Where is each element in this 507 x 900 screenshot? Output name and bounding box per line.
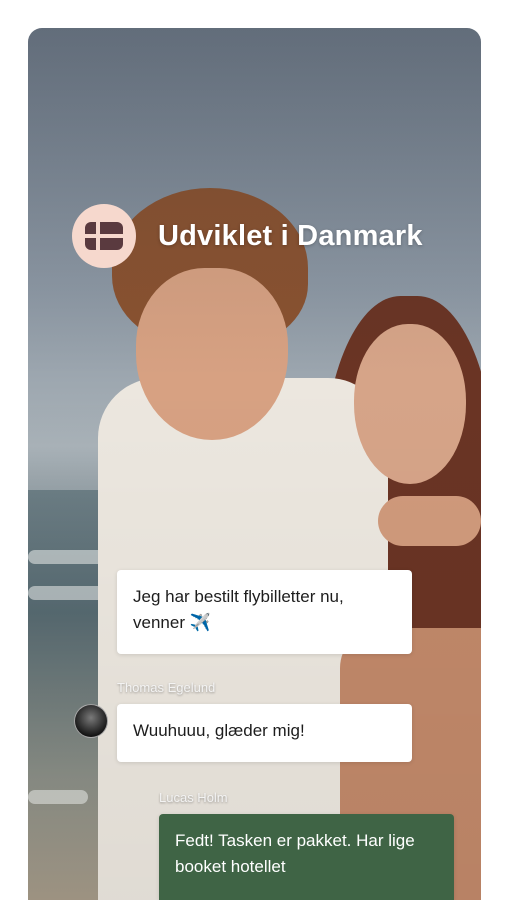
chat-message-text: Fedt! Tasken er pakket. Har lige booket … [175,831,415,876]
photo-overlay [28,28,481,900]
header-badge: Udviklet i Danmark [72,204,423,268]
chat-message-text: Jeg har bestilt flybilletter nu, venner … [133,587,344,632]
hero-card: Udviklet i Danmark Jeg har bestilt flybi… [28,28,481,900]
chat-message: Wuuhuuu, glæder mig! [117,704,412,762]
chat-message: Jeg har bestilt flybilletter nu, venner … [117,570,412,654]
page-title: Udviklet i Danmark [158,219,423,252]
chat-message-text: Wuuhuuu, glæder mig! [133,721,305,740]
danish-flag-icon [72,204,136,268]
avatar [74,704,108,738]
chat-sender-name: Lucas Holm [159,790,228,805]
chat-sender-name: Thomas Egelund [117,680,216,695]
chat-message-highlight: Fedt! Tasken er pakket. Har lige booket … [159,814,454,900]
